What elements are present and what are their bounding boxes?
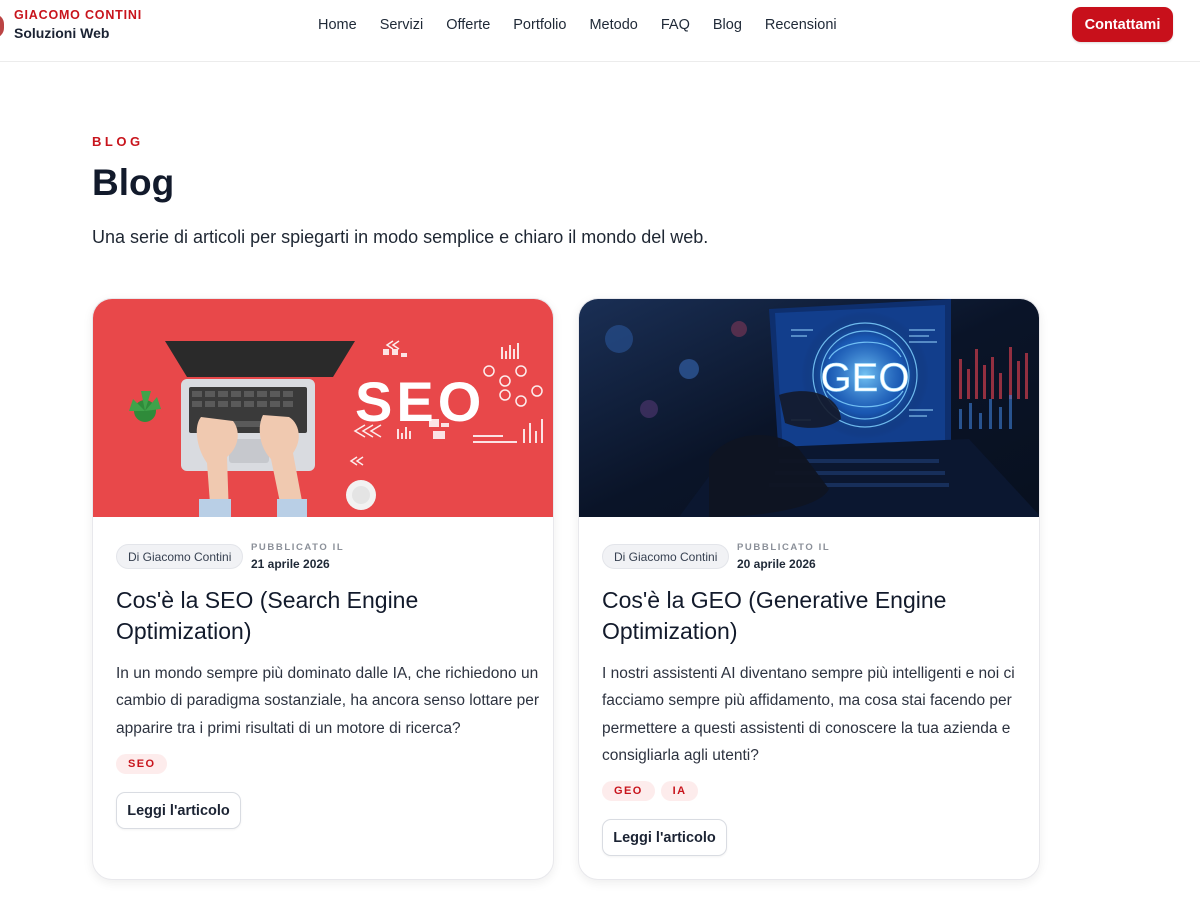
logo-mark[interactable] <box>0 14 4 38</box>
published-label: PUBBLICATO IL <box>251 542 345 553</box>
cover-text-seo: SEO <box>355 370 485 433</box>
published-date: 21 aprile 2026 <box>251 557 330 571</box>
section-eyebrow: BLOG <box>92 134 144 149</box>
page-intro: Una serie di articoli per spiegarti in m… <box>92 227 709 247</box>
main-nav: Home Servizi Offerte Portfolio Metodo FA… <box>318 17 860 33</box>
published-date: 20 aprile 2026 <box>737 557 816 571</box>
nav-link-recensioni[interactable]: Recensioni <box>765 17 837 33</box>
read-article-button[interactable]: Leggi l'articolo <box>602 819 727 856</box>
cover-image-seo[interactable]: SEO <box>93 299 553 517</box>
read-article-button[interactable]: Leggi l'articolo <box>116 792 241 829</box>
blog-card-seo[interactable]: SEO Di Giacomo Contini PUBBLICATO IL 21 … <box>92 298 554 880</box>
post-excerpt: In un mondo sempre più dominato dalle IA… <box>116 665 540 737</box>
post-title[interactable]: Cos'è la SEO (Search Engine Optimization… <box>116 585 536 647</box>
tag-ia[interactable]: IA <box>660 781 699 801</box>
post-title[interactable]: Cos'è la GEO (Generative Engine Optimiza… <box>602 585 1022 647</box>
nav-link-blog[interactable]: Blog <box>713 17 742 33</box>
tag-seo[interactable]: SEO <box>116 754 168 774</box>
page-title: Blog <box>92 162 175 203</box>
tag-list: GEO IA <box>602 781 699 801</box>
nav-link-servizi[interactable]: Servizi <box>380 17 424 33</box>
site-header: GIACOMO CONTINI Soluzioni Web Home Servi… <box>0 0 1200 62</box>
cover-text-geo: GEO <box>821 356 910 400</box>
nav-link-portfolio[interactable]: Portfolio <box>513 17 566 33</box>
nav-link-offerte[interactable]: Offerte <box>446 17 490 33</box>
author-pill: Di Giacomo Contini <box>602 544 730 569</box>
cover-image-geo[interactable]: GEO <box>579 299 1039 517</box>
blog-card-geo[interactable]: GEO Di Giacomo Contini PUBBLICATO IL 20 … <box>578 298 1040 880</box>
tag-geo[interactable]: GEO <box>602 781 655 801</box>
author-pill: Di Giacomo Contini <box>116 544 244 569</box>
brand-name[interactable]: GIACOMO CONTINI <box>14 8 142 22</box>
nav-link-metodo[interactable]: Metodo <box>589 17 637 33</box>
published-label: PUBBLICATO IL <box>737 542 831 553</box>
post-excerpt: I nostri assistenti AI diventano sempre … <box>602 665 1015 764</box>
page-edge <box>1188 62 1200 900</box>
nav-link-home[interactable]: Home <box>318 17 357 33</box>
nav-link-faq[interactable]: FAQ <box>661 17 690 33</box>
contact-button[interactable]: Contattami <box>1072 7 1173 42</box>
tag-list: SEO <box>116 754 168 774</box>
brand-subtitle[interactable]: Soluzioni Web <box>14 25 109 41</box>
